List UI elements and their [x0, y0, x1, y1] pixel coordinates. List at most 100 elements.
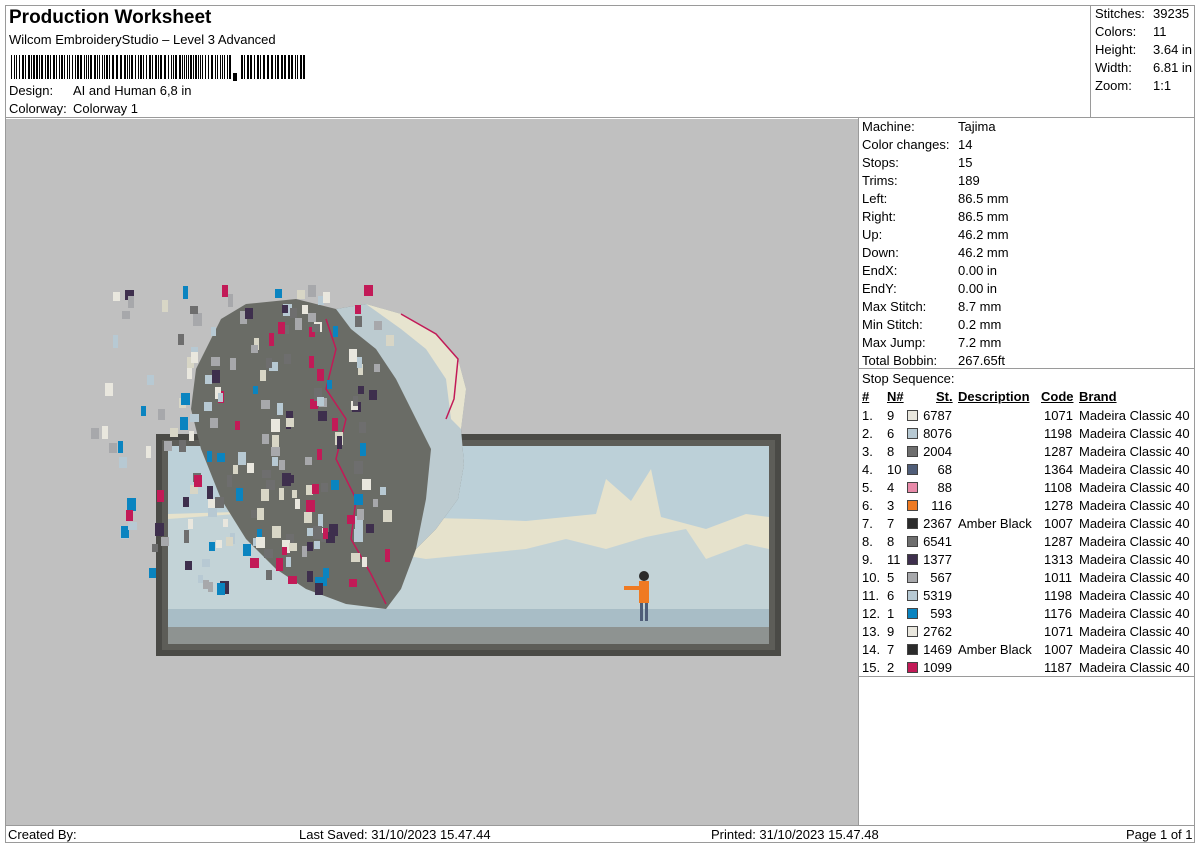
pixel-particle — [183, 286, 188, 299]
pixel-particle — [380, 487, 386, 495]
barcode-bar — [11, 55, 12, 79]
needle-number: 6 — [887, 426, 895, 441]
barcode-bar — [36, 55, 38, 79]
pixel-particle — [245, 308, 253, 319]
pixel-particle — [295, 318, 302, 330]
stop-index: 12. — [862, 606, 881, 621]
thread-code: 1287 — [1044, 444, 1073, 459]
barcode-bar — [69, 55, 70, 79]
barcode-bar — [173, 55, 174, 79]
pixel-particle — [315, 583, 323, 595]
pixel-particle — [260, 370, 266, 381]
stat-height: Height: 3.64 in — [1095, 42, 1192, 57]
barcode-bar — [155, 55, 157, 79]
barcode-bar — [179, 55, 181, 79]
pixel-particle — [295, 499, 300, 509]
pixel-particle — [312, 484, 319, 494]
barcode-bar — [135, 55, 136, 79]
pixel-particle — [266, 358, 272, 368]
machine-info-row: Min Stitch: 0.2 mm — [862, 317, 1001, 332]
pixel-particle — [318, 514, 323, 527]
col-header-description: Description — [958, 389, 1030, 404]
barcode-bar — [47, 55, 49, 79]
stat-label: Zoom: — [1095, 78, 1132, 93]
info-label: Trims: — [862, 173, 898, 188]
pixel-particle — [266, 480, 275, 490]
pixel-particle — [236, 488, 243, 501]
col-header-needle: N# — [887, 389, 904, 404]
pixel-particle — [247, 463, 254, 473]
thread-brand: Madeira Classic 40 — [1079, 624, 1190, 639]
pixel-particle — [217, 583, 225, 595]
barcode-bar — [295, 55, 296, 79]
needle-number: 5 — [887, 570, 895, 585]
machine-info-row: Total Bobbin: 267.65ft — [862, 353, 1005, 368]
needle-number: 8 — [887, 534, 895, 549]
stop-row: 5. 4 88 1108 Madeira Classic 40 — [859, 479, 1195, 497]
thread-code: 1108 — [1044, 480, 1072, 495]
pixel-particle — [193, 313, 202, 326]
barcode-bar — [198, 55, 199, 79]
pixel-particle — [360, 443, 366, 456]
barcode-bar — [25, 55, 26, 79]
pixel-particle — [364, 285, 373, 296]
pixel-particle — [262, 434, 269, 444]
panel-divider-bottom — [859, 676, 1195, 677]
needle-number: 6 — [887, 588, 895, 603]
pixel-particle — [349, 349, 357, 362]
info-label: Color changes: — [862, 137, 950, 152]
stitch-count: 88 — [937, 480, 952, 495]
barcode-bar — [186, 55, 187, 79]
stop-index: 9. — [862, 552, 873, 567]
pixel-particle — [257, 508, 264, 520]
barcode-bar — [64, 55, 65, 79]
machine-info-row: Trims: 189 — [862, 173, 980, 188]
stitch-count: 8076 — [923, 426, 952, 441]
pixel-particle — [309, 356, 314, 368]
printed-date: Printed: 31/10/2023 15.47.48 — [711, 827, 879, 842]
barcode-bar — [28, 55, 30, 79]
stat-label: Height: — [1095, 42, 1137, 57]
barcode-bar — [190, 55, 192, 79]
pixel-particle — [209, 542, 215, 551]
pixel-particle — [288, 576, 297, 584]
pixel-particle — [210, 418, 218, 428]
barcode-bar — [59, 55, 60, 79]
thread-code: 1198 — [1044, 426, 1072, 441]
barcode-bar — [67, 55, 68, 79]
pixel-particle — [126, 510, 133, 521]
info-label: Machine: — [862, 119, 915, 134]
info-label: EndX: — [862, 263, 898, 278]
pixel-particle — [170, 428, 178, 437]
pixel-particle — [261, 400, 270, 409]
stitch-count: 5319 — [923, 588, 952, 603]
stitch-count: 2004 — [923, 444, 952, 459]
barcode-bar — [14, 55, 15, 79]
pixel-particle — [282, 547, 287, 555]
pixel-particle — [207, 486, 213, 499]
stop-index: 5. — [862, 480, 873, 495]
barcode-bar — [175, 55, 177, 79]
pixel-particle — [383, 510, 392, 522]
pixel-particle — [218, 393, 223, 402]
barcode-bar — [99, 55, 100, 79]
barcode-bar — [267, 55, 269, 79]
pixel-particle — [306, 485, 313, 495]
worksheet-footer: Created By: Last Saved: 31/10/2023 15.47… — [5, 825, 1195, 843]
barcode-bar — [149, 55, 151, 79]
stop-row: 10. 5 567 1011 Madeira Classic 40 — [859, 569, 1195, 587]
person-head — [639, 571, 649, 581]
thread-brand: Madeira Classic 40 — [1079, 642, 1190, 657]
needle-number: 11 — [887, 552, 901, 567]
pixel-particle — [190, 306, 198, 314]
pixel-particle — [189, 431, 194, 441]
pixel-particle — [351, 553, 360, 562]
needle-number: 8 — [887, 444, 895, 459]
barcode-bar — [16, 55, 17, 79]
created-by: Created By: — [8, 827, 77, 842]
info-value: 86.5 mm — [958, 191, 1009, 206]
pixel-particle — [194, 475, 202, 487]
info-value: 189 — [958, 173, 980, 188]
pixel-particle — [286, 418, 294, 427]
thread-brand: Madeira Classic 40 — [1079, 480, 1190, 495]
